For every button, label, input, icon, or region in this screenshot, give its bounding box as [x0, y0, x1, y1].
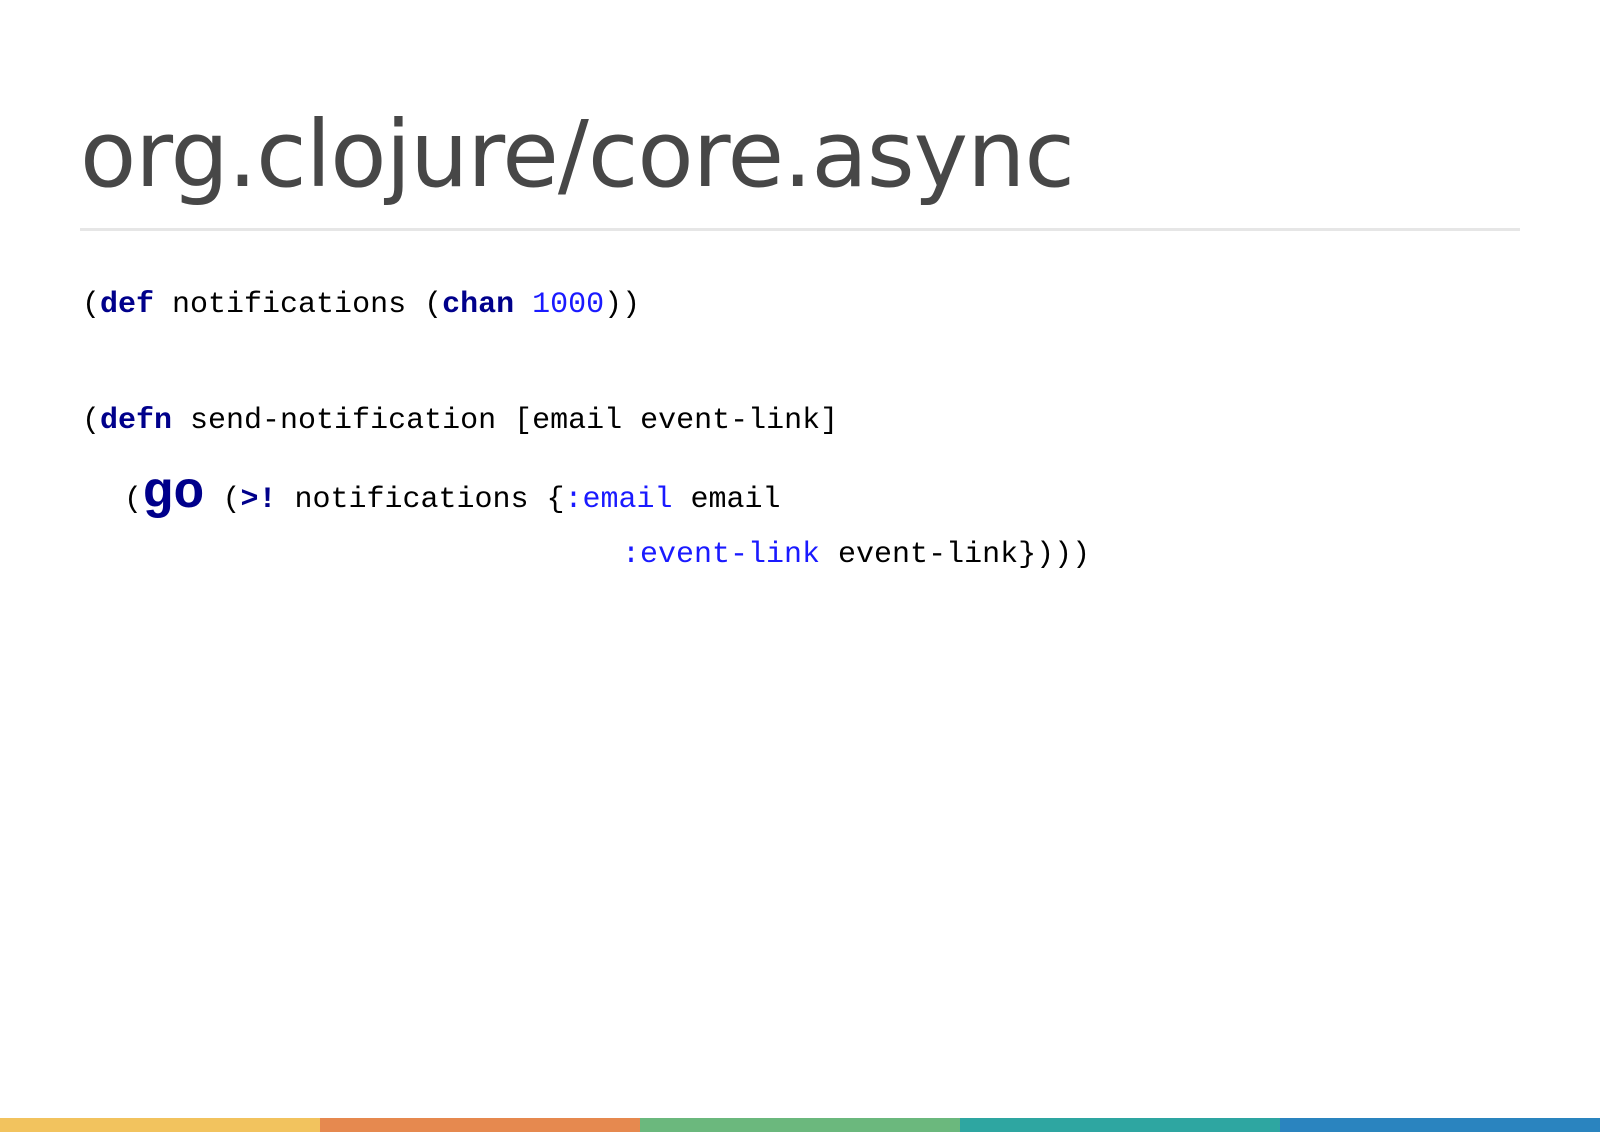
symbol-notifications: notifications { [276, 483, 565, 517]
defn-keyword: defn [100, 404, 173, 438]
buffer-size-number: 1000 [532, 288, 605, 322]
slide-title: org.clojure/core.async [80, 101, 1075, 208]
footer-segment [0, 1118, 320, 1132]
event-link-key: :event-link [622, 538, 821, 572]
paren: ( [124, 483, 143, 517]
paren: ( [204, 483, 241, 517]
email-value: email [672, 483, 781, 517]
email-key: :email [564, 483, 673, 517]
title-divider [80, 228, 1520, 231]
code-line-defn: (defn send-notification [email event-lin… [82, 406, 838, 436]
closing-parens: )) [604, 288, 641, 322]
footer-segment [320, 1118, 640, 1132]
paren: ( [82, 404, 101, 438]
code-line-go: (go (>! notifications {:email email [124, 468, 781, 526]
event-link-value: event-link}))) [820, 538, 1091, 572]
footer-segment [1280, 1118, 1600, 1132]
go-keyword: go [142, 464, 205, 523]
footer-segment [960, 1118, 1280, 1132]
symbol-notifications: notifications ( [154, 288, 443, 322]
footer-color-bar [0, 1118, 1600, 1132]
chan-keyword: chan [442, 288, 515, 322]
footer-segment [640, 1118, 960, 1132]
code-line-event-link: :event-link event-link}))) [622, 540, 1090, 570]
paren: ( [82, 288, 101, 322]
def-keyword: def [100, 288, 155, 322]
function-signature: send-notification [email event-link] [172, 404, 839, 438]
code-line-def: (def notifications (chan 1000)) [82, 290, 640, 320]
put-keyword: >! [240, 483, 277, 517]
